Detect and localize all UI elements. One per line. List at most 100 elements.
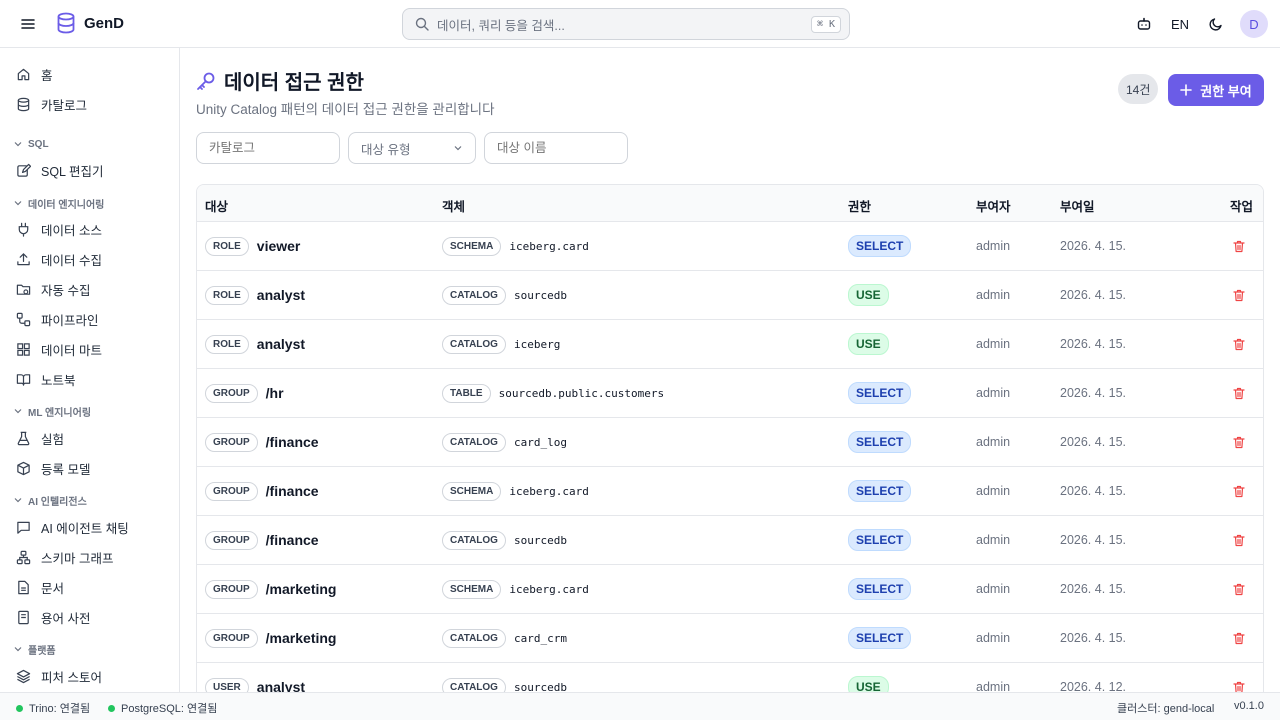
granted-date-cell: 2026. 4. 15. (1060, 582, 1127, 596)
target-cell: GROUP/marketing (205, 565, 336, 613)
object-type-badge: CATALOG (442, 530, 506, 550)
folder-sync-icon (16, 284, 31, 295)
app-name: GenD (84, 14, 125, 32)
connected-status-dot (16, 704, 23, 712)
status-bar: Trino: 연결됨 PostgreSQL: 연결됨 클러스터: gend-lo… (0, 692, 1280, 720)
object-name: sourcedb (513, 680, 567, 693)
delete-button[interactable] (1233, 565, 1245, 613)
target-type-select[interactable]: 대상 유형 (348, 132, 476, 164)
trash-icon (1233, 240, 1245, 252)
network-icon (16, 550, 31, 564)
sidebar-item-docs[interactable]: 문서 (8, 573, 172, 601)
object-cell: SCHEMA iceberg.card (442, 565, 589, 613)
permission-cell: SELECT (848, 418, 912, 466)
sidebar-item-data-ingest[interactable]: 데이터 수집 (8, 245, 172, 273)
granted-date-cell: 2026. 4. 15. (1060, 337, 1127, 351)
grantor-cell: admin (976, 337, 1011, 351)
target-cell: GROUP/finance (205, 467, 319, 515)
target-type-badge: GROUP (205, 383, 258, 403)
sidebar-item-label: 피처 스토어 (41, 670, 102, 685)
granted-date-cell: 2026. 4. 15. (1060, 435, 1127, 449)
table-row: GROUP/marketing CATALOG card_crm SELECT admi… (197, 614, 1263, 663)
object-type-badge: CATALOG (442, 334, 506, 354)
permission-badge: SELECT (848, 529, 912, 551)
layers-icon (16, 669, 31, 683)
delete-button[interactable] (1233, 222, 1245, 270)
sidebar-item-data-sources[interactable]: 데이터 소스 (8, 215, 172, 243)
grantor-cell: admin (976, 680, 1011, 692)
permission-badge: USE (848, 333, 889, 355)
section-platform[interactable]: 플랫폼 (14, 641, 56, 657)
permissions-table: 대상 객체 권한 부여자 부여일 작업 ROLE viewer SCHEMA iceb… (196, 184, 1264, 692)
sidebar-item-glossary[interactable]: 용어 사전 (8, 603, 172, 631)
table-row: ROLE analyst CATALOG sourcedb USE admin 2026. … (197, 271, 1263, 320)
object-cell: CATALOG iceberg (442, 320, 560, 368)
delete-button[interactable] (1233, 467, 1245, 515)
section-sql[interactable]: SQL (14, 136, 49, 152)
permission-badge: USE (848, 676, 889, 692)
object-name: sourcedb.public.customers (498, 386, 665, 400)
trash-icon (1233, 485, 1245, 497)
flask-icon (17, 431, 30, 445)
catalog-filter-input[interactable] (196, 132, 340, 164)
section-data-engineering[interactable]: 데이터 엔지니어링 (14, 195, 104, 211)
target-name: /hr (265, 385, 284, 401)
target-type-badge: USER (205, 677, 249, 692)
plus-icon (1180, 84, 1193, 96)
home-icon (17, 68, 30, 80)
target-name: analyst (256, 336, 306, 352)
target-type-badge: GROUP (205, 628, 258, 648)
search-input[interactable]: 데이터, 쿼리 등을 검색... ⌘ K (402, 8, 850, 40)
object-cell: CATALOG sourcedb (442, 516, 567, 564)
sidebar-item-sql-editor[interactable]: SQL 편집기 (8, 156, 172, 184)
delete-button[interactable] (1233, 320, 1245, 368)
app-logo[interactable]: GenD (56, 12, 124, 34)
avatar[interactable]: D (1240, 10, 1268, 38)
sidebar-item-catalog[interactable]: 카탈로그 (8, 90, 172, 118)
granted-date-cell: 2026. 4. 15. (1060, 484, 1127, 498)
column-header-granted-at[interactable]: 부여일 (1060, 196, 1095, 215)
permission-cell: USE (848, 271, 889, 319)
sidebar-item-data-mart[interactable]: 데이터 마트 (8, 335, 172, 363)
sidebar-item-experiment[interactable]: 실험 (8, 424, 172, 452)
object-name: iceberg.card (509, 582, 589, 596)
language-toggle[interactable]: EN (1168, 17, 1192, 32)
status-version: v0.1.0 (1234, 700, 1264, 712)
column-header-grantor[interactable]: 부여자 (976, 196, 1011, 215)
sidebar-item-schema-graph[interactable]: 스키마 그래프 (8, 543, 172, 571)
column-header-permission[interactable]: 권한 (848, 196, 871, 215)
status-postgres: PostgreSQL: 연결됨 (108, 700, 217, 716)
sidebar-item-ai-agent-chat[interactable]: AI 에이전트 채팅 (8, 513, 172, 541)
bot-icon[interactable] (1132, 12, 1156, 36)
sidebar-item-notebook[interactable]: 노트북 (8, 365, 172, 393)
section-ml-engineering[interactable]: ML 엔지니어링 (14, 403, 91, 419)
sidebar-item-registered-model[interactable]: 등록 모델 (8, 454, 172, 482)
moon-icon[interactable] (1204, 12, 1228, 36)
grant-permission-button[interactable]: 권한 부여 (1168, 74, 1264, 106)
section-ai-intelligence[interactable]: AI 인텔리전스 (14, 492, 87, 508)
object-cell: SCHEMA iceberg.card (442, 467, 589, 515)
column-header-target[interactable]: 대상 (205, 196, 228, 215)
sidebar-item-auto-ingest[interactable]: 자동 수집 (8, 275, 172, 303)
delete-button[interactable] (1233, 516, 1245, 564)
sidebar-item-label: 데이터 마트 (41, 343, 102, 358)
delete-button[interactable] (1233, 663, 1245, 692)
menu-icon[interactable] (16, 12, 40, 36)
delete-button[interactable] (1233, 271, 1245, 319)
permission-badge: SELECT (848, 382, 912, 404)
grantor-cell: admin (976, 533, 1011, 547)
target-type-badge: ROLE (205, 285, 249, 305)
permission-badge: SELECT (848, 480, 912, 502)
delete-button[interactable] (1233, 418, 1245, 466)
column-header-object[interactable]: 객체 (442, 196, 465, 215)
sidebar-item-label: 파이프라인 (41, 313, 99, 328)
sidebar-item-label: 홈 (41, 68, 53, 83)
sidebar-item-pipeline[interactable]: 파이프라인 (8, 305, 172, 333)
chevron-down-icon (14, 647, 22, 652)
target-name-filter-input[interactable] (484, 132, 628, 164)
table-row: GROUP/marketing SCHEMA iceberg.card SELECT a… (197, 565, 1263, 614)
delete-button[interactable] (1233, 614, 1245, 662)
delete-button[interactable] (1233, 369, 1245, 417)
sidebar-item-home[interactable]: 홈 (8, 60, 172, 88)
sidebar-item-feature-store[interactable]: 피처 스토어 (8, 662, 172, 690)
